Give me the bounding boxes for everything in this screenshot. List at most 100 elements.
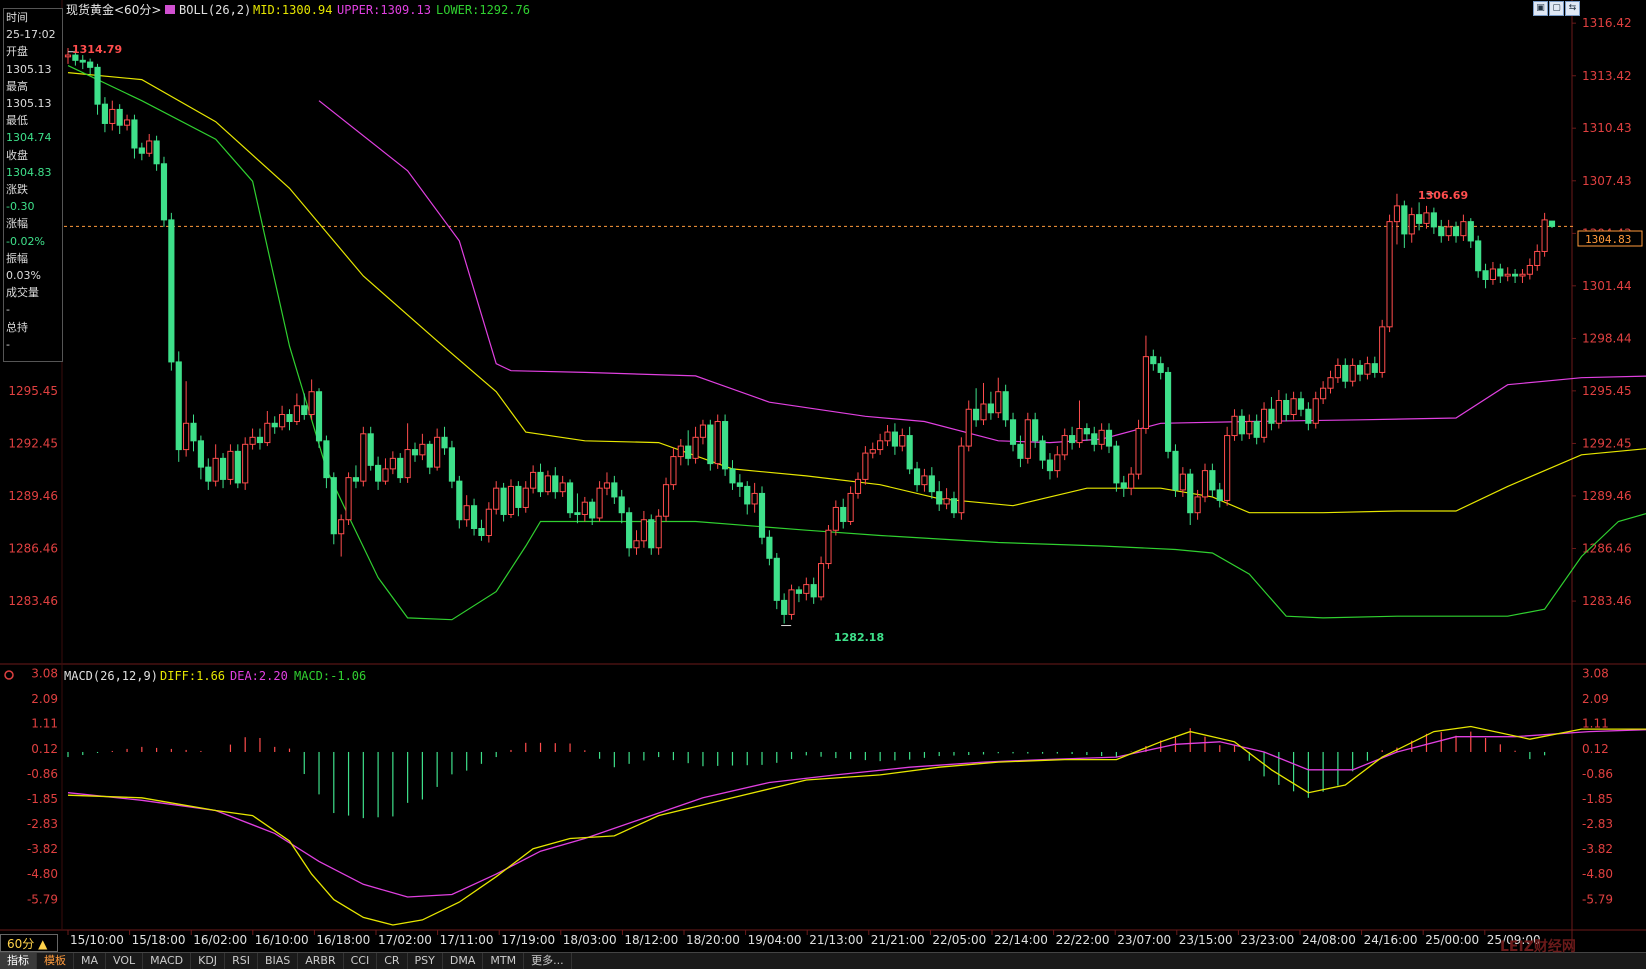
- macd-tick-label-left: 0.12: [31, 742, 58, 756]
- macd-tick-label-left: -2.83: [27, 817, 58, 831]
- candle-body: [264, 422, 271, 444]
- candle-body: [714, 421, 721, 465]
- candle-body: [1386, 221, 1393, 328]
- candle-body: [1083, 428, 1090, 435]
- candle-body: [581, 501, 588, 515]
- candle-body: [1076, 428, 1083, 444]
- candle-body: [552, 475, 559, 493]
- candle-body: [795, 589, 803, 594]
- price-tick-label-left: 1286.46: [8, 541, 58, 555]
- lower-label: LOWER:1292.76: [436, 3, 530, 17]
- candle-body: [906, 435, 913, 470]
- candle-body: [648, 519, 655, 549]
- candle-body: [1401, 205, 1408, 235]
- info-amp-value: 0.03%: [6, 269, 41, 283]
- high-marker-label: 1314.79: [72, 43, 122, 56]
- tab-kdj[interactable]: KDJ: [191, 953, 226, 969]
- info-change-value: -0.30: [6, 200, 35, 214]
- candle-body: [271, 422, 278, 428]
- candle-body: [1283, 399, 1290, 416]
- candle-body: [921, 475, 928, 486]
- candle-body: [722, 421, 729, 470]
- candle-body: [973, 408, 980, 421]
- tab-dma[interactable]: DMA: [443, 953, 484, 969]
- info-oi-label: 总持: [6, 320, 28, 334]
- candle-body: [116, 108, 123, 126]
- candle-body: [308, 391, 315, 416]
- last-price-tag: 1304.83: [1585, 233, 1631, 246]
- candle-body: [1216, 489, 1223, 501]
- candle-body: [1194, 496, 1201, 514]
- time-tick-label: 22/14:00: [994, 933, 1048, 947]
- macd-panel: [67, 725, 1646, 926]
- candle-body: [1408, 214, 1415, 235]
- candle-body: [537, 471, 544, 493]
- tab-cr[interactable]: CR: [377, 953, 408, 969]
- candle-body: [168, 219, 175, 363]
- candle-body: [1423, 212, 1430, 224]
- tab-bias[interactable]: BIAS: [258, 953, 299, 969]
- tab-macd[interactable]: MACD: [143, 953, 192, 969]
- price-tick-label: 1310.43: [1582, 121, 1632, 135]
- candle-body: [544, 475, 551, 493]
- time-tick-label: 18/20:00: [686, 933, 740, 947]
- candle-body: [448, 447, 456, 482]
- candle-body: [367, 433, 374, 466]
- tab-mtm[interactable]: MTM: [483, 953, 525, 969]
- price-tick-label-left: 1283.46: [8, 594, 58, 608]
- candle-body: [279, 414, 286, 428]
- price-tick-label: 1307.43: [1582, 174, 1632, 188]
- candle-body: [936, 491, 943, 505]
- candle-body: [101, 103, 108, 124]
- candle-body: [1379, 326, 1386, 373]
- switch-icon[interactable]: ⇆: [1565, 1, 1580, 16]
- candle-body: [227, 450, 234, 480]
- candle-body: [987, 403, 994, 414]
- time-tick-label: 16/10:00: [255, 933, 309, 947]
- candle-body: [1497, 268, 1504, 277]
- candle-body: [943, 498, 950, 505]
- candle-body: [840, 506, 847, 522]
- time-tick-label: 24/16:00: [1364, 933, 1418, 947]
- price-tick-label: 1313.42: [1582, 69, 1632, 83]
- lower-band-line: [67, 65, 1646, 621]
- macd-settings-icon[interactable]: [4, 670, 14, 680]
- candle-body: [965, 408, 972, 447]
- tab-vol[interactable]: VOL: [106, 953, 144, 969]
- tab-ma[interactable]: MA: [74, 953, 107, 969]
- info-high-label: 最高: [6, 79, 28, 93]
- candle-body: [456, 480, 463, 521]
- upper-band-line: [318, 100, 1646, 444]
- candle-body: [589, 501, 596, 519]
- candle-body: [1334, 364, 1341, 379]
- macd-tick-label-left: 3.08: [31, 667, 58, 681]
- restore-icon[interactable]: ▣: [1533, 1, 1548, 16]
- tab-arbr[interactable]: ARBR: [298, 953, 344, 969]
- candle-body: [190, 422, 197, 442]
- candle-body: [1061, 435, 1068, 456]
- candle-body: [1009, 419, 1017, 445]
- candle-body: [131, 119, 138, 149]
- candle-body: [153, 140, 160, 165]
- tab-cci[interactable]: CCI: [344, 953, 378, 969]
- candle-body: [913, 468, 921, 486]
- candle-body: [1416, 214, 1423, 224]
- time-tick-label: 18/03:00: [563, 933, 617, 947]
- candle-body: [426, 443, 433, 468]
- candle-body: [286, 414, 293, 423]
- candle-body: [1512, 273, 1519, 277]
- tab-rsi[interactable]: RSI: [225, 953, 258, 969]
- tab-template[interactable]: 模板: [37, 953, 74, 969]
- candle-body: [1201, 470, 1209, 498]
- tab-more[interactable]: 更多...: [524, 953, 572, 969]
- maximize-icon[interactable]: ▢: [1549, 1, 1564, 16]
- boll-icon: [165, 5, 175, 14]
- candle-body: [869, 449, 876, 454]
- instrument-label: 现货黄金<60分>: [66, 2, 161, 17]
- tab-indicator[interactable]: 指标: [0, 953, 37, 969]
- tab-psy[interactable]: PSY: [408, 953, 443, 969]
- diff-label: DIFF:1.66: [160, 669, 225, 683]
- period-button[interactable]: 60分 ▲: [0, 934, 58, 952]
- candle-body: [670, 456, 677, 486]
- candle-body: [493, 487, 500, 510]
